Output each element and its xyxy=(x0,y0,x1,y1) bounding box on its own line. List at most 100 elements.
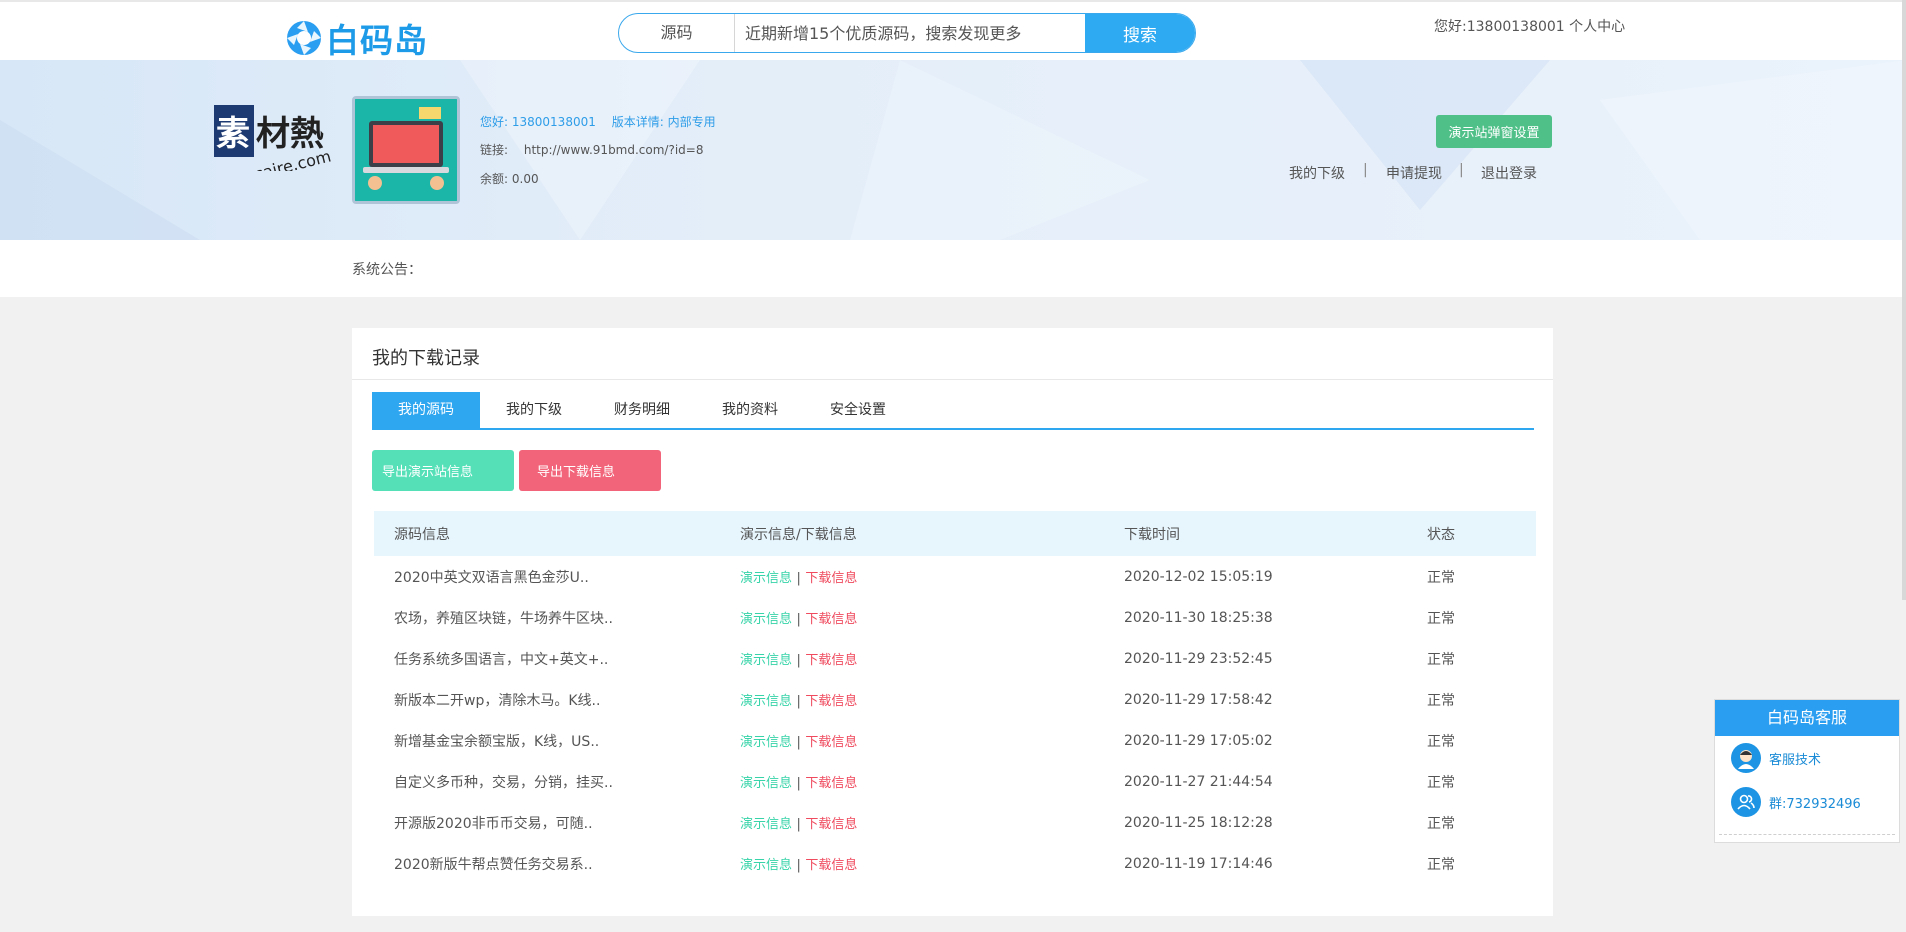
group-users-icon xyxy=(1731,787,1761,817)
my-subordinates-link[interactable]: 我的下级 xyxy=(1289,163,1345,183)
search-category[interactable]: 源码 xyxy=(619,14,735,52)
source-name[interactable]: 开源版2020非币币交易，可随.. xyxy=(374,802,740,843)
download-info-link[interactable]: 下载信息 xyxy=(805,735,857,750)
support-agent-icon xyxy=(1731,743,1761,773)
link-separator: | xyxy=(796,735,801,750)
profile-link-line: 链接: http://www.91bmd.com/?id=8 xyxy=(480,141,703,158)
table-row: 2020中英文双语言黑色金莎U.. 演示信息 | 下载信息 2020-12-02 1… xyxy=(374,556,1536,597)
customer-service-widget: 白码岛客服 客服技术 群:732932496 xyxy=(1714,699,1900,843)
demo-info-link[interactable]: 演示信息 xyxy=(740,776,792,791)
link-separator: | xyxy=(796,817,801,832)
demo-info-link[interactable]: 演示信息 xyxy=(740,735,792,750)
col-source-info: 源码信息 xyxy=(394,526,450,543)
user-center-link[interactable]: 个人中心 xyxy=(1569,19,1625,35)
tab-bar: 我的源码 我的下级 财务明细 我的资料 安全设置 xyxy=(372,392,1534,430)
demo-download-links: 演示信息 | 下载信息 xyxy=(740,843,1124,884)
table-row: 农场，养殖区块链，牛场养牛区块.. 演示信息 | 下载信息 2020-11-30 1… xyxy=(374,597,1536,638)
status: 正常 xyxy=(1427,692,1455,709)
source-name[interactable]: 新版本二开wp，清除木马。K线.. xyxy=(374,679,740,720)
profile-phone: 13800138001 xyxy=(511,115,596,129)
download-records-panel: 我的下载记录 我的源码 我的下级 财务明细 我的资料 安全设置 导出演示站信息 … xyxy=(352,328,1553,916)
source-name[interactable]: 自定义多币种，交易，分销，挂买.. xyxy=(374,761,740,802)
table-row: 任务系统多国语言，中文+英文+.. 演示信息 | 下载信息 2020-11-29 2… xyxy=(374,638,1536,679)
service-tech-label: 客服技术 xyxy=(1769,752,1822,768)
panel-title: 我的下载记录 xyxy=(372,348,480,369)
search-input[interactable] xyxy=(735,14,1085,52)
demo-download-links: 演示信息 | 下载信息 xyxy=(740,556,1124,597)
download-info-link[interactable]: 下载信息 xyxy=(805,776,857,791)
panel-divider xyxy=(352,379,1553,380)
user-greeting[interactable]: 您好:13800138001 xyxy=(1434,19,1565,35)
download-time: 2020-11-29 23:52:45 xyxy=(1124,650,1273,667)
source-name[interactable]: 农场，养殖区块链，牛场养牛区块.. xyxy=(374,597,740,638)
demo-info-link[interactable]: 演示信息 xyxy=(740,858,792,873)
download-info-link[interactable]: 下载信息 xyxy=(805,817,857,832)
link-value[interactable]: http://www.91bmd.com/?id=8 xyxy=(524,143,704,157)
export-download-info-button[interactable]: 导出下载信息 xyxy=(519,450,661,491)
col-demo-download: 演示信息/下载信息 xyxy=(740,526,857,543)
status: 正常 xyxy=(1427,651,1455,668)
logout-link[interactable]: 退出登录 xyxy=(1481,163,1537,183)
download-info-link[interactable]: 下载信息 xyxy=(805,612,857,627)
download-info-link[interactable]: 下载信息 xyxy=(805,694,857,709)
system-notice-label: 系统公告： xyxy=(352,262,422,278)
service-divider xyxy=(1719,834,1895,835)
demo-info-link[interactable]: 演示信息 xyxy=(740,653,792,668)
search-bar: 源码 搜索 xyxy=(618,13,1196,53)
logo-text: 白码岛 xyxy=(326,21,428,60)
laptop-avatar-icon xyxy=(355,99,457,201)
table-row: 新版本二开wp，清除木马。K线.. 演示信息 | 下载信息 2020-11-29 1… xyxy=(374,679,1536,720)
demo-info-link[interactable]: 演示信息 xyxy=(740,817,792,832)
status: 正常 xyxy=(1427,815,1455,832)
download-records-table: 源码信息 演示信息/下载信息 下载时间 状态 2020中英文双语言黑色金莎U..… xyxy=(374,511,1536,884)
download-time: 2020-11-29 17:05:02 xyxy=(1124,732,1273,749)
download-time: 2020-12-02 15:05:19 xyxy=(1124,568,1273,585)
demo-info-link[interactable]: 演示信息 xyxy=(740,694,792,709)
source-name[interactable]: 新增基金宝余额宝版，K线，US.. xyxy=(374,720,740,761)
version-label: 版本详情: xyxy=(611,115,664,129)
tab-security[interactable]: 安全设置 xyxy=(804,392,912,428)
download-info-link[interactable]: 下载信息 xyxy=(805,571,857,586)
service-tech-link[interactable]: 客服技术 xyxy=(1715,736,1899,780)
download-time: 2020-11-29 17:58:42 xyxy=(1124,691,1273,708)
user-nav: 您好:13800138001 个人中心 xyxy=(1434,16,1625,36)
apply-withdraw-link[interactable]: 申请提现 xyxy=(1386,163,1442,183)
hello-label: 您好: xyxy=(480,115,509,129)
status: 正常 xyxy=(1427,774,1455,791)
download-time: 2020-11-30 18:25:38 xyxy=(1124,609,1273,626)
tab-finance[interactable]: 财务明细 xyxy=(588,392,696,428)
source-name[interactable]: 任务系统多国语言，中文+英文+.. xyxy=(374,638,740,679)
demo-info-link[interactable]: 演示信息 xyxy=(740,612,792,627)
profile-balance-line: 余额: 0.00 xyxy=(480,170,539,187)
demo-download-links: 演示信息 | 下载信息 xyxy=(740,597,1124,638)
svg-text:材熱: 材熱 xyxy=(256,114,324,154)
download-info-link[interactable]: 下载信息 xyxy=(805,653,857,668)
table-row: 2020新版牛帮点赞任务交易系.. 演示信息 | 下载信息 2020-11-19 1… xyxy=(374,843,1536,884)
link-separator: | xyxy=(796,858,801,873)
page-scrollbar[interactable] xyxy=(1902,0,1906,600)
tab-my-subordinates[interactable]: 我的下级 xyxy=(480,392,588,428)
source-name[interactable]: 2020中英文双语言黑色金莎U.. xyxy=(374,556,740,597)
sucaire-watermark: 素 材熱 sucaire.com xyxy=(214,101,334,188)
service-group-link[interactable]: 群:732932496 xyxy=(1715,780,1899,824)
balance-label: 余额: xyxy=(480,172,509,186)
search-button[interactable]: 搜索 xyxy=(1085,14,1195,52)
download-time: 2020-11-25 18:12:28 xyxy=(1124,814,1273,831)
demo-info-link[interactable]: 演示信息 xyxy=(740,571,792,586)
export-demo-info-button[interactable]: 导出演示站信息 xyxy=(372,450,514,491)
status: 正常 xyxy=(1427,569,1455,586)
table-row: 新增基金宝余额宝版，K线，US.. 演示信息 | 下载信息 2020-11-29 1… xyxy=(374,720,1536,761)
site-logo[interactable]: 白码岛 xyxy=(286,14,428,62)
aperture-logo-icon xyxy=(287,21,321,55)
source-name[interactable]: 2020新版牛帮点赞任务交易系.. xyxy=(374,843,740,884)
download-info-link[interactable]: 下载信息 xyxy=(805,858,857,873)
avatar[interactable] xyxy=(352,96,460,204)
table-header-row: 源码信息 演示信息/下载信息 下载时间 状态 xyxy=(374,511,1536,556)
profile-hello-line: 您好: 13800138001 版本详情: 内部专用 xyxy=(480,113,716,130)
tab-my-source[interactable]: 我的源码 xyxy=(372,392,480,428)
demo-popup-settings-button[interactable]: 演示站弹窗设置 xyxy=(1436,115,1552,148)
link-separator: | xyxy=(796,612,801,627)
status: 正常 xyxy=(1427,733,1455,750)
service-title: 白码岛客服 xyxy=(1715,700,1899,736)
tab-my-profile[interactable]: 我的资料 xyxy=(696,392,804,428)
